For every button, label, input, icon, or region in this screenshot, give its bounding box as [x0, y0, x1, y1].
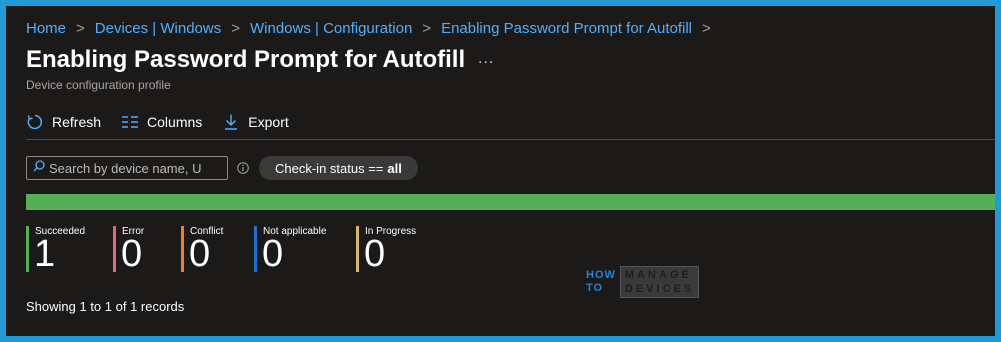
- breadcrumb-separator: >: [702, 19, 711, 37]
- info-icon[interactable]: [237, 161, 249, 179]
- breadcrumb-separator: >: [76, 19, 85, 37]
- status-progress-bar: [26, 194, 995, 210]
- stat-value: 0: [364, 233, 386, 275]
- search-box[interactable]: [26, 156, 228, 180]
- stat-value: 0: [121, 233, 143, 275]
- page-subtitle: Device configuration profile: [26, 78, 171, 92]
- columns-icon: [121, 113, 139, 131]
- watermark-left: HOW TO: [586, 269, 616, 295]
- breadcrumb-devices-windows[interactable]: Devices | Windows: [95, 20, 221, 37]
- breadcrumb-home[interactable]: Home: [26, 20, 66, 37]
- page-title: Enabling Password Prompt for Autofill: [26, 46, 466, 73]
- stat-color-bar: [181, 226, 184, 272]
- watermark-to: TO: [586, 282, 604, 294]
- progress-fill-succeeded: [26, 194, 995, 210]
- stat-color-bar: [26, 226, 29, 272]
- checkin-filter-label: Check-in status ==: [275, 160, 384, 176]
- toolbar-divider: [26, 139, 995, 140]
- refresh-button[interactable]: Refresh: [26, 113, 101, 131]
- search-input[interactable]: [49, 160, 219, 176]
- export-button[interactable]: Export: [222, 113, 289, 131]
- watermark-how: HOW: [586, 269, 616, 281]
- more-options-icon[interactable]: ...: [478, 50, 494, 68]
- breadcrumb-profile[interactable]: Enabling Password Prompt for Autofill: [441, 20, 692, 37]
- export-label: Export: [248, 114, 289, 130]
- breadcrumb-windows-configuration[interactable]: Windows | Configuration: [250, 20, 412, 37]
- checkin-status-filter[interactable]: Check-in status == all: [259, 156, 418, 180]
- stat-value: 0: [189, 233, 211, 275]
- download-icon: [222, 113, 240, 131]
- records-count: Showing 1 to 1 of 1 records: [26, 299, 185, 314]
- toolbar: Refresh Columns Export: [26, 110, 289, 134]
- page-frame: Home > Devices | Windows > Windows | Con…: [6, 6, 995, 336]
- watermark-right: MANAGE DEVICES: [619, 266, 700, 298]
- refresh-label: Refresh: [52, 114, 102, 130]
- columns-button[interactable]: Columns: [121, 113, 202, 131]
- search-icon: [27, 159, 45, 177]
- stat-value: 0: [262, 233, 284, 275]
- refresh-icon: [26, 113, 44, 131]
- breadcrumb-separator: >: [422, 19, 432, 37]
- breadcrumb-separator: >: [231, 19, 240, 37]
- watermark-logo: HOW TO MANAGE DEVICES: [586, 266, 700, 298]
- stat-value: 1: [34, 233, 56, 275]
- checkin-filter-value: all: [387, 160, 402, 176]
- breadcrumb: Home > Devices | Windows > Windows | Con…: [26, 18, 721, 38]
- stat-color-bar: [254, 226, 257, 272]
- columns-label: Columns: [147, 114, 203, 130]
- stat-color-bar: [356, 226, 359, 272]
- watermark-devices: DEVICES: [624, 283, 695, 295]
- stat-color-bar: [113, 226, 116, 272]
- watermark-manage: MANAGE: [624, 269, 692, 281]
